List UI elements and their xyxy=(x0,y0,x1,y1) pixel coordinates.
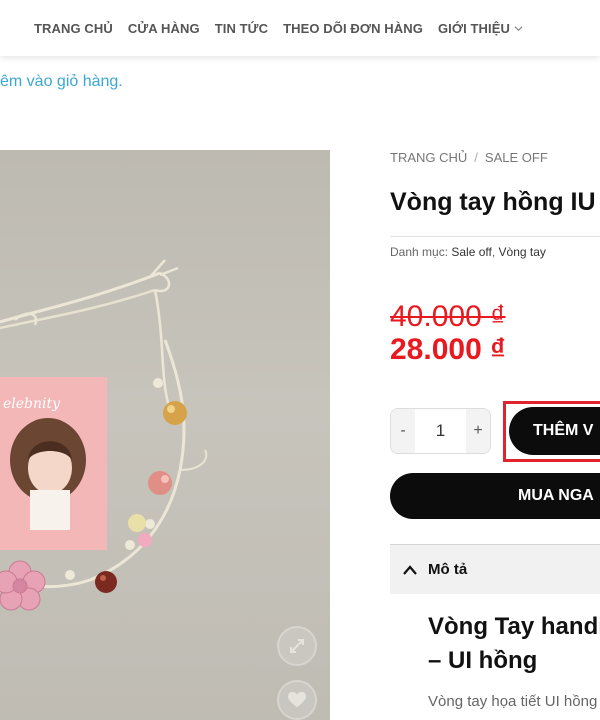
quantity-minus-button[interactable]: - xyxy=(391,409,415,453)
quantity-stepper: - + xyxy=(390,408,491,454)
main-nav: TRANG CHỦ CỬA HÀNG TIN TỨC THEO DÕI ĐƠN … xyxy=(0,0,600,56)
category-comma: , xyxy=(491,245,499,259)
category-link-sale-off[interactable]: Sale off xyxy=(451,245,491,259)
tab-description[interactable]: Mô tả xyxy=(390,544,600,594)
description-heading: Vòng Tay handi – UI hồng xyxy=(428,610,600,678)
heart-icon xyxy=(288,691,306,708)
product-title: Vòng tay hồng IU xyxy=(390,188,596,216)
chevron-down-icon xyxy=(514,25,523,31)
highlight-frame xyxy=(503,401,600,462)
nav-item-news[interactable]: TIN TỨC xyxy=(215,21,268,36)
chevron-up-icon xyxy=(403,564,417,575)
breadcrumb-separator: / xyxy=(474,150,478,165)
nav-item-shop[interactable]: CỬA HÀNG xyxy=(128,21,200,36)
old-price: 40.000 ₫ xyxy=(390,300,506,333)
buy-now-button[interactable]: MUA NGA xyxy=(390,473,600,519)
quantity-plus-button[interactable]: + xyxy=(466,409,490,453)
card-text: elebnity xyxy=(3,396,61,412)
nav-item-track-order[interactable]: THEO DÕI ĐƠN HÀNG xyxy=(283,21,423,36)
description-text: Vòng tay họa tiết UI hồng xyxy=(428,693,598,710)
sale-price: 28.000 ₫ xyxy=(390,333,506,366)
divider xyxy=(390,236,600,237)
description-heading-line1: Vòng Tay handi xyxy=(428,613,600,640)
nav-item-about[interactable]: GIỚI THIỆU xyxy=(438,21,523,36)
breadcrumb: TRANG CHỦ / SALE OFF xyxy=(390,150,548,165)
description-heading-line2: – UI hồng xyxy=(428,647,538,674)
product-category: Danh mục: Sale off, Vòng tay xyxy=(390,245,546,259)
breadcrumb-home[interactable]: TRANG CHỦ xyxy=(390,150,467,165)
breadcrumb-current[interactable]: SALE OFF xyxy=(485,150,548,165)
nav-item-home[interactable]: TRANG CHỦ xyxy=(34,21,113,36)
quantity-field-wrap xyxy=(415,421,466,441)
wishlist-button[interactable] xyxy=(277,680,317,720)
category-link-bracelet[interactable]: Vòng tay xyxy=(499,245,546,259)
expand-icon xyxy=(290,639,304,653)
tab-description-label: Mô tả xyxy=(428,561,468,578)
zoom-image-button[interactable] xyxy=(277,626,317,666)
category-label: Danh mục: xyxy=(390,245,449,259)
cart-notice-text: êm vào giỏ hàng. xyxy=(0,73,123,90)
quantity-input[interactable] xyxy=(415,421,466,441)
nav-item-about-label: GIỚI THIỆU xyxy=(437,20,511,36)
